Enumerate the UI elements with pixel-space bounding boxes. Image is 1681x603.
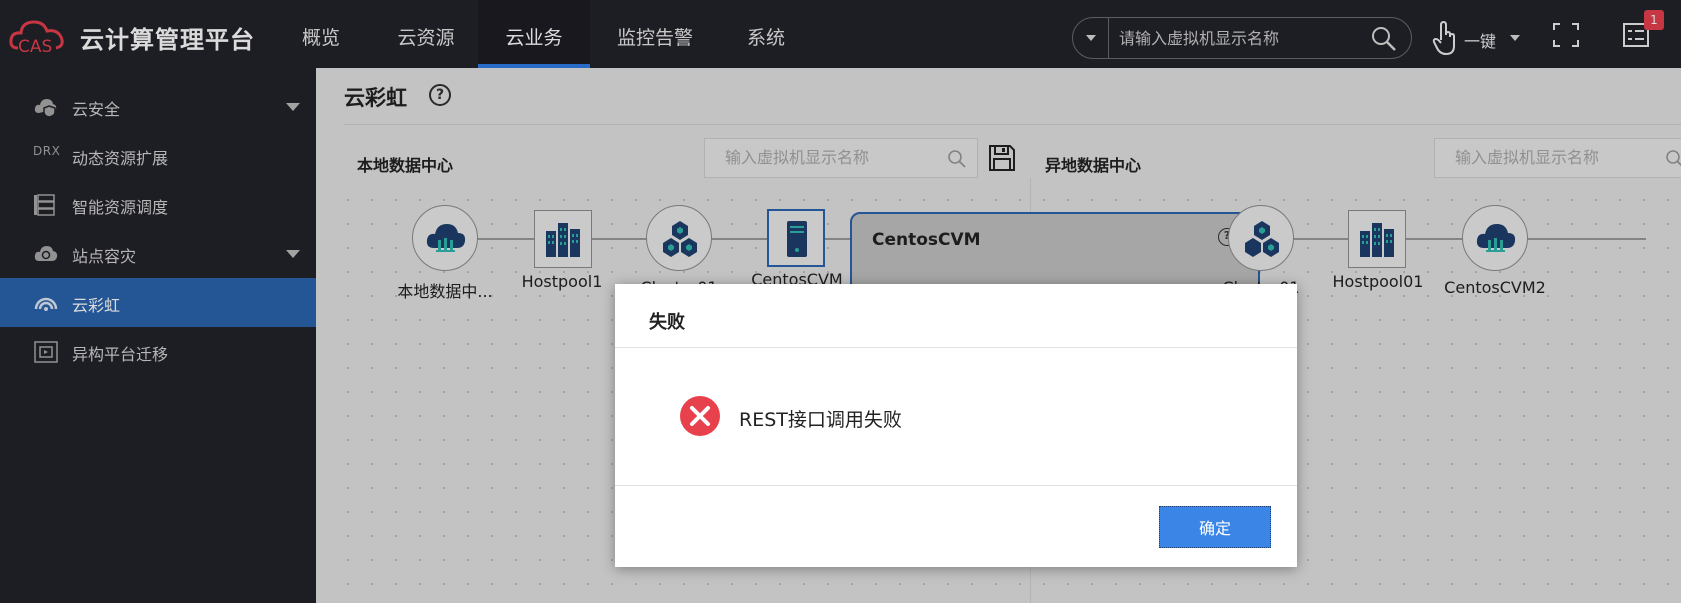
dialog-title: 失败	[649, 312, 685, 333]
dialog-message: REST接口调用失败	[739, 409, 902, 431]
dialog-divider	[615, 485, 1297, 486]
dialog-divider	[615, 347, 1297, 348]
error-dialog: 失败 REST接口调用失败 确定	[615, 284, 1297, 567]
confirm-button[interactable]: 确定	[1159, 506, 1271, 548]
error-x-icon	[680, 396, 720, 436]
